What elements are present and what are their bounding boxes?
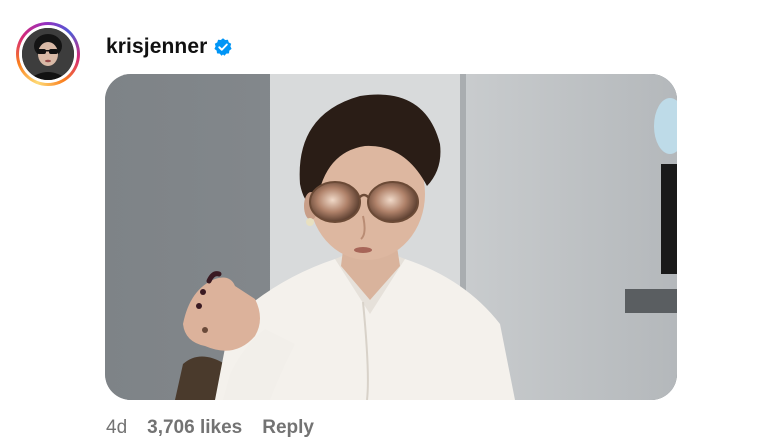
comment-meta-row: 4d 3,706 likes Reply (106, 415, 314, 441)
gif-media[interactable] (105, 74, 677, 400)
likes-count[interactable]: 3,706 likes (147, 417, 242, 439)
username-link[interactable]: krisjenner (106, 35, 207, 59)
verified-badge-icon (213, 37, 233, 57)
avatar[interactable] (22, 28, 74, 80)
username-row: krisjenner (106, 34, 233, 60)
reply-button[interactable]: Reply (262, 417, 314, 439)
profile-photo-icon (22, 28, 74, 80)
comment-timestamp: 4d (106, 417, 128, 438)
gif-image-icon (105, 74, 677, 400)
avatar-story-ring[interactable] (16, 22, 80, 86)
avatar-ring-gap (19, 25, 77, 83)
